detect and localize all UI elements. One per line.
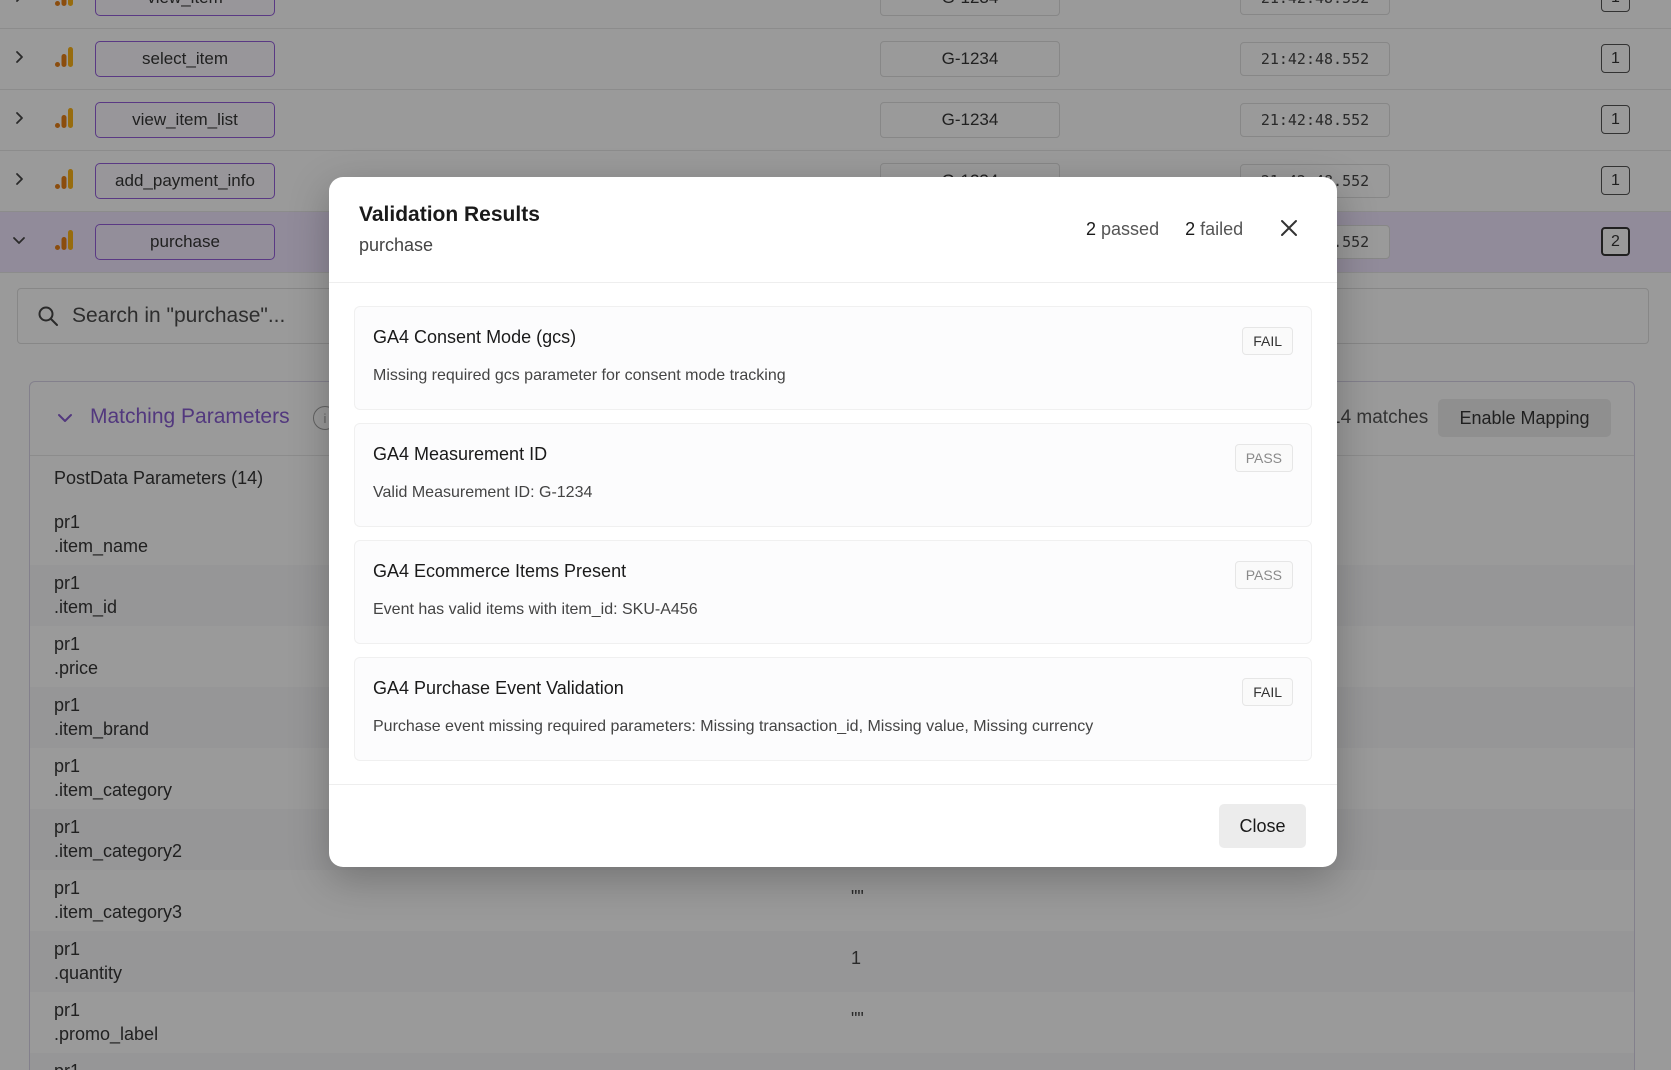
status-badge: FAIL (1242, 678, 1293, 706)
dialog-title: Validation Results (359, 203, 540, 226)
result-message: Valid Measurement ID: G-1234 (373, 484, 593, 501)
dialog-header: Validation Results purchase 2 passed 2 f… (329, 177, 1337, 283)
passed-label: passed (1101, 219, 1160, 239)
close-icon[interactable] (1277, 216, 1301, 240)
dialog-subtitle: purchase (359, 235, 434, 255)
validation-result-card: GA4 Measurement ID PASS Valid Measuremen… (354, 423, 1312, 527)
failed-count: 2 (1185, 219, 1196, 239)
validation-summary: 2 passed 2 failed (1086, 219, 1243, 240)
status-badge: PASS (1234, 561, 1293, 589)
result-name: GA4 Measurement ID (373, 444, 548, 464)
result-name: GA4 Ecommerce Items Present (373, 561, 627, 581)
status-badge: FAIL (1242, 327, 1293, 355)
dialog-footer: Close (329, 784, 1337, 867)
close-button[interactable]: Close (1219, 804, 1306, 848)
validation-result-card: GA4 Ecommerce Items Present PASS Event h… (354, 540, 1312, 644)
result-message: Missing required gcs parameter for conse… (373, 367, 786, 384)
passed-count: 2 (1086, 219, 1097, 239)
validation-result-card: GA4 Purchase Event Validation FAIL Purch… (354, 657, 1312, 761)
status-badge: PASS (1234, 444, 1293, 472)
result-message: Event has valid items with item_id: SKU-… (373, 601, 698, 618)
validation-result-card: GA4 Consent Mode (gcs) FAIL Missing requ… (354, 306, 1312, 410)
result-name: GA4 Consent Mode (gcs) (373, 327, 577, 347)
result-name: GA4 Purchase Event Validation (373, 678, 624, 698)
result-message: Purchase event missing required paramete… (373, 718, 1094, 735)
failed-label: failed (1200, 219, 1244, 239)
validation-results-dialog: Validation Results purchase 2 passed 2 f… (329, 177, 1337, 867)
